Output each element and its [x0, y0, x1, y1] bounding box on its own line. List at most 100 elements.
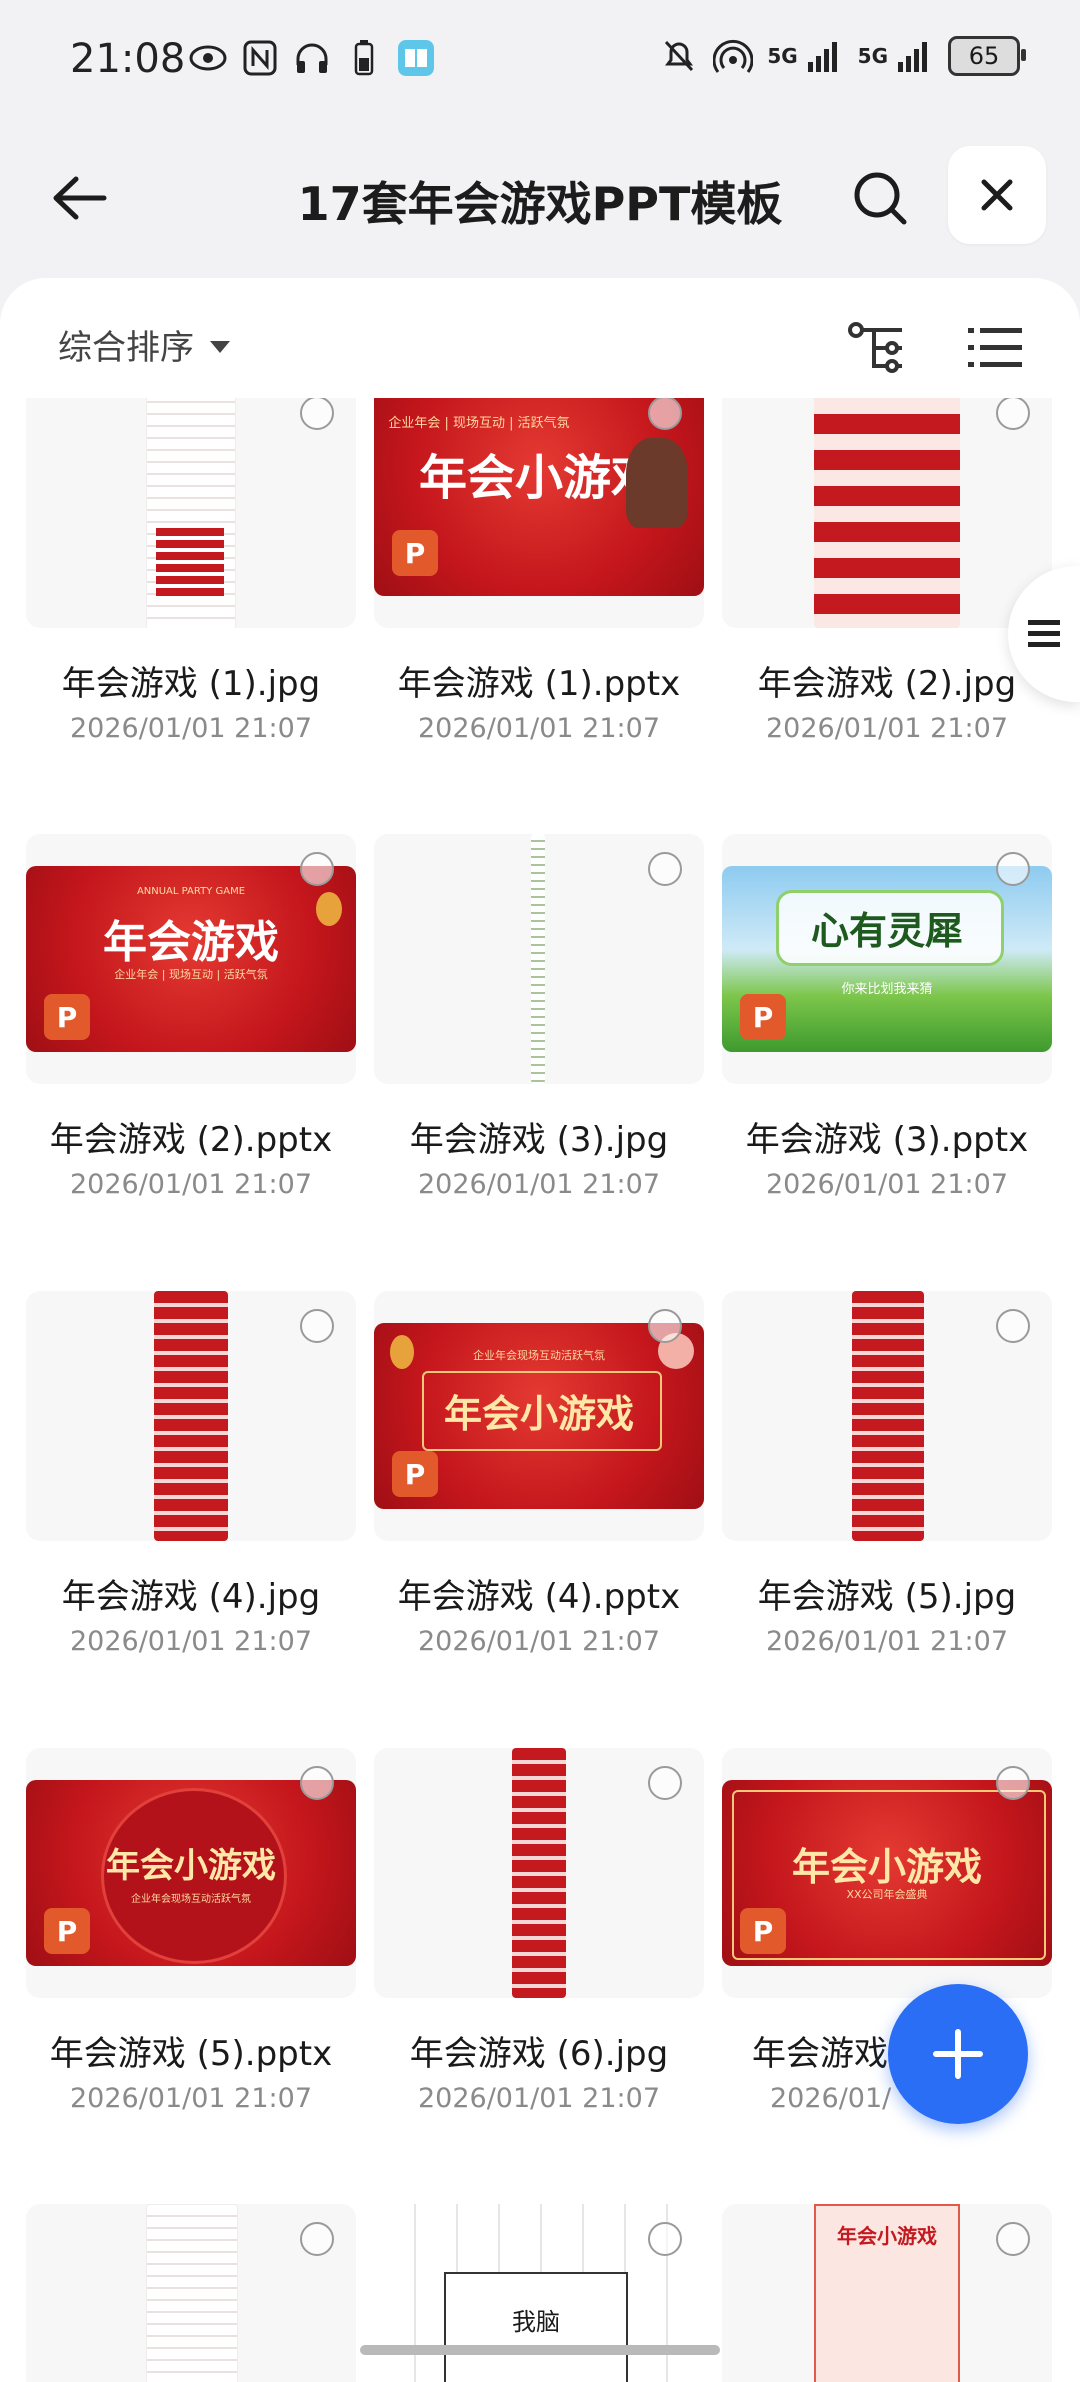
select-checkbox[interactable] — [300, 852, 334, 886]
slide-title: 年会游戏 — [103, 917, 279, 968]
add-button[interactable] — [888, 1984, 1028, 2124]
long-image-preview — [531, 834, 545, 1084]
file-tile[interactable]: 年会游戏 (5).jpg 2026/01/01 21:07 — [722, 1291, 1052, 1657]
file-thumbnail: 年会小游戏 企业年会现场互动活跃气氛 P — [26, 1748, 356, 1998]
slide-title: 年会小游戏 — [791, 1844, 982, 1889]
mute-bell-icon — [659, 36, 699, 76]
file-name: 年会游戏 (3).jpg — [409, 1120, 669, 1160]
select-checkbox[interactable] — [300, 1766, 334, 1800]
ppt-file-badge: P — [392, 530, 438, 576]
preview-title: 年会小游戏 — [837, 2224, 937, 2248]
slide-subtitle: 企业年会 | 现场互动 | 活跃气氛 — [114, 968, 268, 981]
file-tile[interactable]: 企业年会 | 现场互动 | 活跃气氛 年会小游戏 P 年会游戏 (1).pptx… — [374, 398, 704, 744]
sort-dropdown[interactable]: 综合排序 — [58, 320, 230, 369]
slide-preview: ANNUAL PARTY GAME 年会游戏 企业年会 | 现场互动 | 活跃气… — [26, 866, 356, 1052]
slide-subtitle: XX公司年会盛典 — [846, 1888, 928, 1901]
image-preview-detail — [156, 528, 224, 598]
sort-label: 综合排序 — [58, 328, 194, 368]
file-tile[interactable]: 心有灵犀 你来比划我来猜 P 年会游戏 (3).pptx 2026/01/01 … — [722, 834, 1052, 1200]
file-tile[interactable]: 年会游戏 (6).jpg 2026/01/01 21:07 — [374, 1748, 704, 2114]
file-thumbnail: 年会小游戏 — [722, 2204, 1052, 2382]
file-date: 2026/01/01 21:07 — [69, 2083, 312, 2114]
long-image-preview — [852, 1291, 924, 1541]
ppt-file-badge: P — [44, 1908, 90, 1954]
tree-view-icon — [848, 322, 902, 373]
file-date: 2026/01/01 21:07 — [417, 1626, 660, 1657]
select-checkbox[interactable] — [300, 1309, 334, 1343]
file-tile[interactable]: 年会游戏 (3).jpg 2026/01/01 21:07 — [374, 834, 704, 1200]
file-name: 年会游戏 (4).jpg — [61, 1577, 321, 1617]
file-date: 2026/01/01 21:07 — [417, 713, 660, 744]
slide-preview: 年会小游戏 XX公司年会盛典 P — [722, 1780, 1052, 1966]
ppt-file-badge: P — [740, 1908, 786, 1954]
file-tile[interactable] — [26, 2204, 356, 2382]
file-thumbnail — [722, 1291, 1052, 1541]
file-date: 2026/01/01 21:07 — [417, 2083, 660, 2114]
file-tile[interactable]: 企业年会现场互动活跃气氛 年会小游戏 P 年会游戏 (4).pptx 2026/… — [374, 1291, 704, 1657]
app-header: 17套年会游戏PPT模板 — [0, 120, 1080, 270]
file-thumbnail: 企业年会 | 现场互动 | 活跃气氛 年会小游戏 P — [374, 398, 704, 628]
close-button[interactable] — [948, 146, 1046, 244]
slide-subtitle: 企业年会 | 现场互动 | 活跃气氛 — [388, 416, 570, 431]
nfc-icon — [240, 38, 280, 78]
ppt-file-badge: P — [44, 994, 90, 1040]
file-thumbnail — [722, 398, 1052, 628]
close-icon — [981, 179, 1013, 211]
file-thumbnail: ANNUAL PARTY GAME 年会游戏 企业年会 | 现场互动 | 活跃气… — [26, 834, 356, 1084]
signal-icon-2 — [894, 36, 934, 76]
lantern-decoration — [316, 892, 342, 926]
small-battery-icon — [344, 38, 384, 78]
select-checkbox[interactable] — [648, 2222, 682, 2256]
select-checkbox[interactable] — [996, 2222, 1030, 2256]
select-checkbox[interactable] — [996, 1309, 1030, 1343]
select-checkbox[interactable] — [996, 398, 1030, 430]
book-app-icon — [396, 38, 436, 78]
file-tile[interactable]: 年会小游戏 — [722, 2204, 1052, 2382]
file-name: 年会游戏 (5).pptx — [49, 2034, 333, 2074]
battery-icon: 65 — [948, 36, 1026, 76]
select-checkbox[interactable] — [996, 852, 1030, 886]
plus-icon — [933, 2029, 983, 2079]
ppt-file-badge: P — [392, 1451, 438, 1497]
select-checkbox[interactable] — [648, 1766, 682, 1800]
slide-preview: 企业年会现场互动活跃气氛 年会小游戏 P — [374, 1323, 704, 1509]
file-name: 年会游戏 (6).jpg — [409, 2034, 669, 2074]
tree-view-button[interactable] — [846, 316, 910, 380]
select-checkbox[interactable] — [300, 398, 334, 430]
file-tile[interactable]: 年会游戏 (1).jpg 2026/01/01 21:07 — [26, 398, 356, 744]
file-tile[interactable]: 年会小游戏 企业年会现场互动活跃气氛 P 年会游戏 (5).pptx 2026/… — [26, 1748, 356, 2114]
signal-icon-1 — [804, 36, 844, 76]
headphones-icon — [292, 38, 332, 78]
back-button[interactable] — [40, 158, 120, 238]
brain-tab-overlay: 我脑 — [444, 2272, 628, 2382]
file-date: 2026/01/01 21:07 — [765, 1169, 1008, 1200]
file-date: 2026/01/01 21:07 — [69, 1169, 312, 1200]
list-view-button[interactable] — [964, 316, 1028, 380]
eye-icon — [188, 38, 228, 78]
file-thumbnail — [374, 1748, 704, 1998]
search-button[interactable] — [840, 158, 920, 238]
file-tile[interactable]: 年会游戏 (2).jpg 2026/01/01 21:07 — [722, 398, 1052, 744]
slide-preview: 年会小游戏 企业年会现场互动活跃气氛 P — [26, 1780, 356, 1966]
long-image-preview — [146, 2204, 238, 2382]
file-name: 年会游戏 (1).jpg — [61, 664, 321, 704]
sort-caret-icon — [210, 340, 230, 353]
file-thumbnail — [374, 834, 704, 1084]
long-image-preview: 年会小游戏 — [814, 2204, 960, 2382]
long-image-preview — [814, 398, 960, 628]
select-checkbox[interactable] — [996, 1766, 1030, 1800]
search-icon — [854, 172, 907, 225]
select-checkbox[interactable] — [648, 1309, 682, 1343]
menu-icon — [1028, 620, 1060, 647]
file-tile[interactable]: 年会游戏 (4).jpg 2026/01/01 21:07 — [26, 1291, 356, 1657]
slide-preview: 心有灵犀 你来比划我来猜 P — [722, 866, 1052, 1052]
home-indicator[interactable] — [360, 2345, 720, 2355]
long-image-preview — [512, 1748, 566, 1998]
list-view-icon — [968, 328, 1022, 367]
select-checkbox[interactable] — [648, 852, 682, 886]
select-checkbox[interactable] — [300, 2222, 334, 2256]
file-date: 2026/01/01 21:07 — [69, 713, 312, 744]
file-tile[interactable]: ANNUAL PARTY GAME 年会游戏 企业年会 | 现场互动 | 活跃气… — [26, 834, 356, 1200]
slide-subtitle: 企业年会现场互动活跃气氛 — [131, 1894, 251, 1905]
status-left-icons — [188, 38, 436, 78]
